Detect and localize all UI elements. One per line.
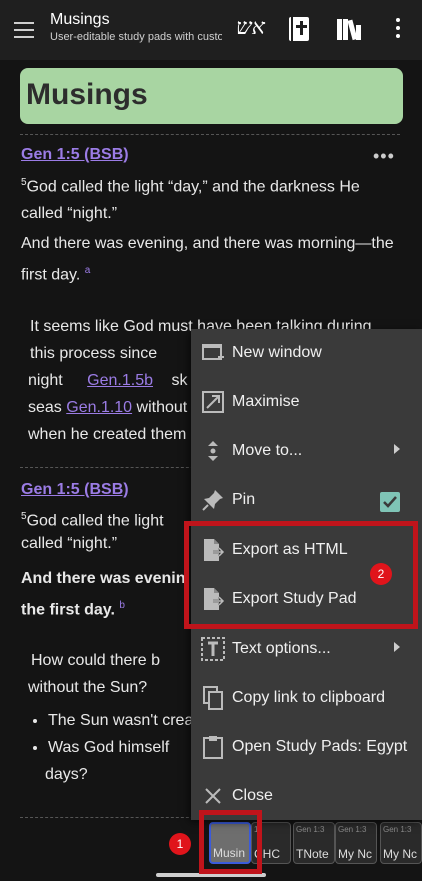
submenu-arrow-icon <box>394 642 400 652</box>
menu-item-copy-link[interactable]: Copy link to clipboard <box>191 674 422 723</box>
menu-item-label: Maximise <box>232 393 300 410</box>
move-icon <box>208 441 218 461</box>
study-pad-heading: Musings <box>20 68 403 124</box>
verse-reference-link[interactable]: Gen 1:5 (BSB) <box>21 481 129 499</box>
more-options-icon[interactable]: ••• <box>373 146 395 167</box>
copy-icon <box>203 686 223 710</box>
menu-item-label: Open Study Pads: Egypt <box>232 738 408 755</box>
menu-item-open-study-pads[interactable]: Open Study Pads: Egypt <box>191 723 422 772</box>
tab-label: My Nc <box>338 847 372 861</box>
library-icon[interactable] <box>336 17 362 41</box>
pin-icon <box>202 490 223 511</box>
verse-line: the first day. <box>21 601 115 619</box>
verse-text: 5God called the light “day,” and the dar… <box>21 169 401 227</box>
menu-item-label: New window <box>232 344 322 361</box>
highlight-active-tab <box>199 810 262 874</box>
checkmark-icon <box>383 496 397 508</box>
menu-item-label: Move to... <box>232 442 303 459</box>
note-word: without <box>136 399 188 416</box>
window-tab-my-notes[interactable]: Gen 1:3 My Nc <box>335 822 377 864</box>
app-bar: Musings User-editable study pads with cu… <box>0 0 422 60</box>
tab-small-label: Gen 1:3 <box>338 825 367 834</box>
clipboard-icon <box>203 736 223 759</box>
window-tab-my-notes-linked[interactable]: Gen 1:3 My Nc <box>380 822 422 864</box>
tab-small-label: Gen 1:3 <box>296 825 325 834</box>
footnote-marker[interactable]: a <box>85 265 91 276</box>
new-window-icon <box>202 344 224 360</box>
note-word: seas <box>28 399 62 416</box>
divider <box>20 134 400 135</box>
menu-item-text-options[interactable]: Text options... <box>191 625 422 674</box>
tab-label: My Nc <box>383 847 417 861</box>
menu-item-label: Pin <box>232 491 256 508</box>
footnote-marker[interactable]: b <box>119 600 125 611</box>
verse-line: God called the light <box>26 512 164 530</box>
app-subtitle: User-editable study pads with custo... <box>50 31 222 43</box>
heading-text: Musings <box>26 78 148 111</box>
verse-line: God called the light “day,” and the dark… <box>21 178 360 223</box>
hebrew-text-button[interactable]: אש <box>236 14 265 40</box>
maximise-icon <box>202 391 224 413</box>
verse-text: And there was evening, and there was mor… <box>21 230 401 288</box>
tab-small-label: Gen 1:3 <box>383 825 412 834</box>
pin-checkbox[interactable] <box>380 492 400 512</box>
bible-icon[interactable] <box>288 16 310 42</box>
verse-link[interactable]: Gen.1.5b <box>87 372 153 389</box>
verse-reference-link[interactable]: Gen 1:5 (BSB) <box>21 146 129 164</box>
tab-label: TNote <box>296 847 329 861</box>
menu-item-label: Close <box>232 787 273 804</box>
window-tab-tnote[interactable]: Gen 1:3 TNote <box>293 822 335 864</box>
menu-item-label: Text options... <box>232 640 331 657</box>
menu-item-new-window[interactable]: New window <box>191 329 422 378</box>
submenu-arrow-icon <box>394 444 400 454</box>
menu-item-label: Copy link to clipboard <box>232 689 385 706</box>
note-word: sk <box>171 372 188 389</box>
annotation-badge-2: 2 <box>370 563 392 585</box>
app-title: Musings <box>50 11 110 28</box>
menu-item-maximise[interactable]: Maximise <box>191 378 422 427</box>
menu-item-move-to[interactable]: Move to... <box>191 427 422 476</box>
text-options-icon <box>201 637 225 661</box>
hamburger-menu-icon[interactable] <box>14 22 34 38</box>
verse-link[interactable]: Gen.1.10 <box>66 399 132 416</box>
overflow-menu-icon[interactable] <box>390 18 406 42</box>
note-word: night <box>28 372 63 389</box>
close-icon <box>205 788 221 804</box>
annotation-badge-1: 1 <box>169 833 191 855</box>
verse-line: And there was evening, and there was mor… <box>21 235 394 284</box>
